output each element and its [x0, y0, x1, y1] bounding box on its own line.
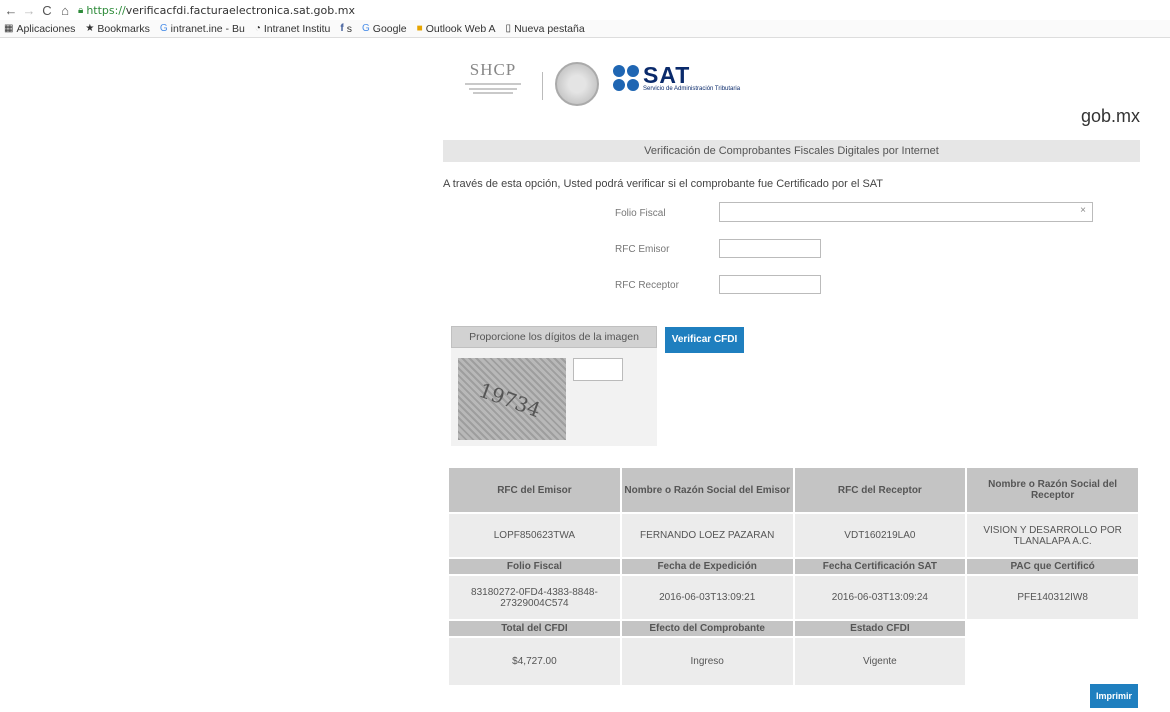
- value-cell: VISION Y DESARROLLO POR TLANALAPA A.C.: [967, 514, 1138, 557]
- google-icon: G: [159, 23, 168, 34]
- header-cell: Fecha Certificación SAT: [794, 559, 966, 574]
- page-content: SHCP SAT Servicio de Administración Trib…: [443, 44, 1140, 708]
- verify-cfdi-button[interactable]: Verificar CFDI: [665, 327, 744, 353]
- bookmark-apps[interactable]: ▦ Aplicaciones: [4, 23, 75, 35]
- page-title: Verificación de Comprobantes Fiscales Di…: [443, 140, 1140, 162]
- lock-icon: 🔒︎: [78, 4, 84, 16]
- rfc-receptor-label: RFC Receptor: [615, 280, 679, 291]
- header-cell: Total del CFDI: [449, 621, 620, 636]
- sat-dots-icon: [613, 65, 639, 91]
- back-icon[interactable]: ←: [4, 3, 18, 18]
- reload-icon[interactable]: C: [40, 3, 54, 18]
- star-icon: ★: [85, 23, 95, 34]
- bookmarks-bar: ▦ Aplicaciones ★ Bookmarks Gintranet.ine -…: [0, 20, 1170, 38]
- browser-toolbar: ← → C ⌂ 🔒︎ https://verificacfdi.facturae…: [0, 0, 1170, 20]
- empty-cell: [967, 621, 1138, 636]
- rfc-receptor-input[interactable]: [719, 275, 821, 294]
- clear-icon[interactable]: ×: [1080, 205, 1086, 216]
- value-cell: 2016-06-03T13:09:24: [794, 576, 966, 619]
- google-icon: G: [362, 23, 370, 34]
- apps-icon: ▦: [4, 23, 14, 34]
- header-cell: Fecha de Expedición: [621, 559, 793, 574]
- value-cell: 83180272-0FD4-4383-8848-27329004C574: [449, 576, 620, 619]
- value-cell: PFE140312IW8: [967, 576, 1138, 619]
- value-cell: LOPF850623TWA: [449, 514, 620, 557]
- bookmark-new-tab[interactable]: ▯ Nueva pestaña: [506, 23, 585, 35]
- shcp-logo: SHCP: [457, 60, 529, 106]
- value-cell: $4,727.00: [449, 638, 620, 685]
- print-button[interactable]: Imprimir: [1090, 684, 1138, 708]
- value-cell: Ingreso: [621, 638, 793, 685]
- facebook-icon: f: [340, 23, 344, 34]
- captcha-input[interactable]: [573, 358, 623, 381]
- header-cell: Estado CFDI: [794, 621, 966, 636]
- bookmark-intranet-ine[interactable]: Gintranet.ine - Bu: [160, 23, 245, 35]
- folio-fiscal-input[interactable]: ×: [719, 202, 1093, 222]
- bookmark-outlook[interactable]: ■ Outlook Web A: [417, 23, 496, 35]
- gob-mx-logo[interactable]: gob.mx: [1081, 106, 1140, 127]
- header-cell: Nombre o Razón Social del Receptor: [967, 468, 1138, 512]
- site-header: SHCP SAT Servicio de Administración Trib…: [443, 44, 1140, 140]
- home-icon[interactable]: ⌂: [58, 3, 72, 18]
- header-cell: RFC del Emisor: [449, 468, 620, 512]
- bookmark-google[interactable]: G Google: [362, 23, 407, 35]
- header-cell: Nombre o Razón Social del Emisor: [621, 468, 793, 512]
- intro-text: A través de esta opción, Usted podrá ver…: [443, 178, 884, 190]
- empty-cell: [967, 638, 1138, 685]
- folio-fiscal-label: Folio Fiscal: [615, 208, 666, 219]
- sat-logo: SAT Servicio de Administración Tributari…: [613, 64, 740, 92]
- value-cell: VDT160219LA0: [794, 514, 966, 557]
- header-cell: Folio Fiscal: [449, 559, 620, 574]
- outlook-icon: ■: [416, 23, 423, 34]
- captcha-image: 19734: [458, 358, 566, 440]
- national-seal-icon: [555, 62, 599, 106]
- bookmark-bookmarks[interactable]: ★ Bookmarks: [85, 23, 149, 35]
- value-cell: 2016-06-03T13:09:21: [621, 576, 793, 619]
- logo-divider: [542, 72, 543, 100]
- results-table: RFC del Emisor Nombre o Razón Social del…: [447, 466, 1140, 687]
- captcha-label: Proporcione los dígitos de la imagen: [451, 326, 657, 348]
- captcha-panel: Proporcione los dígitos de la imagen 197…: [451, 326, 657, 446]
- value-cell: Vigente: [794, 638, 966, 685]
- globe-icon: ◔: [254, 23, 261, 34]
- address-bar[interactable]: https://verificacfdi.facturaelectronica.…: [86, 4, 355, 17]
- header-cell: Efecto del Comprobante: [621, 621, 793, 636]
- header-cell: RFC del Receptor: [794, 468, 966, 512]
- bookmark-intranet-institucional[interactable]: ◔ Intranet Institu: [255, 23, 331, 35]
- forward-icon[interactable]: →: [22, 3, 36, 18]
- page-icon: ▯: [505, 23, 512, 34]
- rfc-emisor-input[interactable]: [719, 239, 821, 258]
- rfc-emisor-label: RFC Emisor: [615, 244, 670, 255]
- header-cell: PAC que Certificó: [967, 559, 1138, 574]
- value-cell: FERNANDO LOEZ PAZARAN: [621, 514, 793, 557]
- bookmark-facebook[interactable]: fs: [340, 23, 352, 35]
